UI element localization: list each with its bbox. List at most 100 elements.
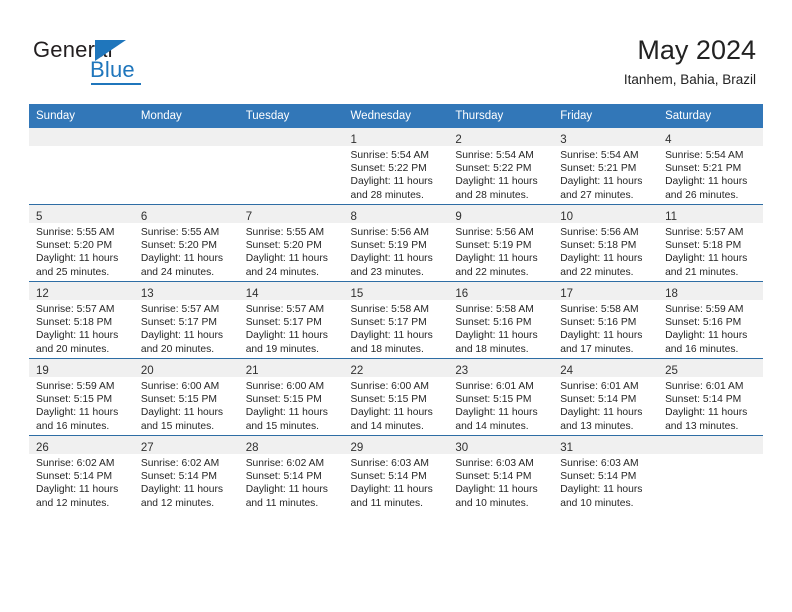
daylight-duration-line2: and 22 minutes.: [560, 266, 634, 278]
daylight-duration-line1: Daylight: 11 hours: [665, 176, 748, 188]
daylight-duration-line1: Daylight: 11 hours: [455, 484, 538, 496]
calendar-day-cell[interactable]: 18 Sunrise: 5:59 AM Sunset: 5:16 PM Dayligh…: [658, 281, 763, 359]
day-number-band: 4: [658, 128, 763, 146]
sunset-time: Sunset: 5:19 PM: [455, 240, 532, 252]
day-cell-details: Sunrise: 5:58 AM Sunset: 5:17 PM Daylight:…: [344, 300, 449, 356]
daylight-duration-line2: and 11 minutes.: [245, 497, 319, 509]
sunrise-time: Sunrise: 5:55 AM: [140, 227, 220, 238]
sunrise-time: Sunrise: 5:56 AM: [350, 227, 429, 238]
calendar-day-cell[interactable]: 15 Sunrise: 5:58 AM Sunset: 5:17 PM Dayligh…: [343, 281, 449, 359]
day-cell-details: Sunrise: 5:57 AM Sunset: 5:18 PM Daylight:…: [658, 223, 763, 279]
logo-text-blue: Blue: [90, 57, 135, 82]
calendar-day-cell[interactable]: 31 Sunrise: 6:03 AM Sunset: 5:14 PM Dayligh…: [553, 435, 659, 512]
calendar-day-cell[interactable]: 27 Sunrise: 6:02 AM Sunset: 5:14 PM Dayligh…: [133, 435, 239, 512]
sunset-time: Sunset: 5:20 PM: [140, 240, 217, 252]
sunset-time: Sunset: 5:16 PM: [455, 317, 532, 329]
day-cell-details: Sunrise: 5:56 AM Sunset: 5:19 PM Daylight:…: [448, 223, 553, 279]
day-number-band: 20: [133, 359, 239, 377]
sunrise-time: Sunrise: 6:00 AM: [245, 381, 325, 392]
calendar-day-cell[interactable]: 30 Sunrise: 6:03 AM Sunset: 5:14 PM Dayligh…: [448, 435, 554, 512]
day-cell-inner: 1 Sunrise: 5:54 AM Sunset: 5:22 PM Daylight…: [343, 128, 449, 204]
calendar-day-cell[interactable]: 10 Sunrise: 5:56 AM Sunset: 5:18 PM Dayligh…: [553, 204, 659, 282]
day-number-band: 7: [238, 205, 344, 223]
day-number: 13: [140, 288, 154, 300]
calendar-week-row: 19 Sunrise: 5:59 AM Sunset: 5:15 PM Dayligh…: [29, 358, 763, 436]
day-number-band: 2: [448, 128, 554, 146]
day-cell-inner: 29 Sunrise: 6:03 AM Sunset: 5:14 PM Dayligh…: [343, 436, 449, 512]
calendar-week-row: 12 Sunrise: 5:57 AM Sunset: 5:18 PM Dayligh…: [29, 281, 763, 359]
sunset-time: Sunset: 5:14 PM: [560, 394, 637, 406]
daylight-duration-line1: Daylight: 11 hours: [665, 330, 748, 342]
daylight-duration-line2: and 22 minutes.: [455, 266, 529, 278]
general-blue-logo[interactable]: General Blue: [33, 38, 163, 86]
day-cell-details: Sunrise: 5:54 AM Sunset: 5:21 PM Daylight:…: [553, 146, 658, 202]
calendar-day-cell[interactable]: 3 Sunrise: 5:54 AM Sunset: 5:21 PM Daylight…: [553, 128, 659, 205]
calendar-day-cell[interactable]: 9 Sunrise: 5:56 AM Sunset: 5:19 PM Daylight…: [448, 204, 554, 282]
calendar-day-cell[interactable]: 25 Sunrise: 6:01 AM Sunset: 5:14 PM Dayligh…: [658, 358, 763, 436]
sunset-time: Sunset: 5:14 PM: [665, 394, 742, 406]
daylight-duration-line1: Daylight: 11 hours: [36, 484, 119, 496]
day-cell-details: Sunrise: 6:02 AM Sunset: 5:14 PM Daylight:…: [134, 454, 239, 510]
sunrise-time: Sunrise: 5:54 AM: [665, 150, 744, 161]
day-cell-inner: 23 Sunrise: 6:01 AM Sunset: 5:15 PM Dayligh…: [448, 359, 554, 435]
day-number-band: 18: [658, 282, 763, 300]
calendar-day-cell[interactable]: 20 Sunrise: 6:00 AM Sunset: 5:15 PM Dayligh…: [133, 358, 239, 436]
daylight-duration-line2: and 15 minutes.: [245, 420, 319, 432]
calendar-day-cell[interactable]: 13 Sunrise: 5:57 AM Sunset: 5:17 PM Dayligh…: [133, 281, 239, 359]
calendar-day-cell[interactable]: 2 Sunrise: 5:54 AM Sunset: 5:22 PM Daylight…: [448, 128, 554, 205]
day-number: 26: [36, 442, 49, 454]
daylight-duration-line2: and 21 minutes.: [665, 266, 739, 278]
daylight-duration-line2: and 20 minutes.: [36, 343, 110, 355]
calendar-empty-cell: [658, 435, 763, 512]
day-cell-inner: 7 Sunrise: 5:55 AM Sunset: 5:20 PM Daylight…: [238, 205, 344, 281]
day-number: 5: [36, 211, 43, 223]
calendar-day-cell[interactable]: 5 Sunrise: 5:55 AM Sunset: 5:20 PM Daylight…: [29, 204, 134, 282]
calendar-day-cell[interactable]: 7 Sunrise: 5:55 AM Sunset: 5:20 PM Daylight…: [238, 204, 344, 282]
weekday-header-monday: Monday: [133, 104, 239, 128]
calendar-day-cell[interactable]: 6 Sunrise: 5:55 AM Sunset: 5:20 PM Daylight…: [133, 204, 239, 282]
daylight-duration-line1: Daylight: 11 hours: [455, 253, 538, 265]
weekday-header-saturday: Saturday: [658, 104, 763, 128]
calendar-day-cell[interactable]: 28 Sunrise: 6:02 AM Sunset: 5:14 PM Dayligh…: [238, 435, 344, 512]
day-number-band: 24: [553, 359, 659, 377]
calendar-day-cell[interactable]: 8 Sunrise: 5:56 AM Sunset: 5:19 PM Daylight…: [343, 204, 449, 282]
day-number-band: 14: [238, 282, 344, 300]
calendar-day-cell[interactable]: 26 Sunrise: 6:02 AM Sunset: 5:14 PM Dayligh…: [29, 435, 134, 512]
day-cell-inner: 5 Sunrise: 5:55 AM Sunset: 5:20 PM Daylight…: [29, 205, 134, 281]
daylight-duration-line1: Daylight: 11 hours: [140, 330, 224, 342]
day-cell-details: Sunrise: 5:58 AM Sunset: 5:16 PM Daylight:…: [448, 300, 553, 356]
sunset-time: Sunset: 5:17 PM: [350, 317, 427, 329]
day-number-band: 16: [448, 282, 554, 300]
calendar-day-cell[interactable]: 14 Sunrise: 5:57 AM Sunset: 5:17 PM Dayligh…: [238, 281, 344, 359]
calendar-day-cell[interactable]: 4 Sunrise: 5:54 AM Sunset: 5:21 PM Daylight…: [658, 128, 763, 205]
day-cell-inner: 15 Sunrise: 5:58 AM Sunset: 5:17 PM Dayligh…: [343, 282, 449, 358]
calendar-day-cell[interactable]: 16 Sunrise: 5:58 AM Sunset: 5:16 PM Dayligh…: [448, 281, 554, 359]
calendar-empty-cell: [133, 128, 239, 205]
day-cell-inner: 8 Sunrise: 5:56 AM Sunset: 5:19 PM Daylight…: [343, 205, 449, 281]
day-number: 16: [455, 288, 469, 300]
calendar-day-cell[interactable]: 21 Sunrise: 6:00 AM Sunset: 5:15 PM Dayligh…: [238, 358, 344, 436]
sunrise-time: Sunrise: 5:57 AM: [140, 304, 220, 315]
calendar-day-cell[interactable]: 11 Sunrise: 5:57 AM Sunset: 5:18 PM Dayligh…: [658, 204, 763, 282]
calendar-week-row: 5 Sunrise: 5:55 AM Sunset: 5:20 PM Daylight…: [29, 204, 763, 282]
calendar-day-cell[interactable]: 24 Sunrise: 6:01 AM Sunset: 5:14 PM Dayligh…: [553, 358, 659, 436]
calendar-day-cell[interactable]: 12 Sunrise: 5:57 AM Sunset: 5:18 PM Dayligh…: [29, 281, 134, 359]
day-number: 19: [36, 365, 49, 377]
sunset-time: Sunset: 5:15 PM: [36, 394, 113, 406]
title-block: May 2024 Itanhem, Bahia, Brazil: [624, 34, 756, 88]
day-number: 6: [140, 211, 148, 223]
day-cell-inner: 20 Sunrise: 6:00 AM Sunset: 5:15 PM Dayligh…: [133, 359, 239, 435]
calendar-day-cell[interactable]: 29 Sunrise: 6:03 AM Sunset: 5:14 PM Dayligh…: [343, 435, 449, 512]
day-cell-inner: [658, 436, 763, 512]
day-cell-inner: [238, 128, 344, 204]
day-cell-inner: 14 Sunrise: 5:57 AM Sunset: 5:17 PM Dayligh…: [238, 282, 344, 358]
calendar-day-cell[interactable]: 22 Sunrise: 6:00 AM Sunset: 5:15 PM Dayligh…: [343, 358, 449, 436]
calendar-day-cell[interactable]: 17 Sunrise: 5:58 AM Sunset: 5:16 PM Dayligh…: [553, 281, 659, 359]
sunrise-time: Sunrise: 6:02 AM: [245, 458, 325, 469]
calendar-day-cell[interactable]: 23 Sunrise: 6:01 AM Sunset: 5:15 PM Dayligh…: [448, 358, 554, 436]
daylight-duration-line2: and 13 minutes.: [560, 420, 634, 432]
calendar-day-cell[interactable]: 19 Sunrise: 5:59 AM Sunset: 5:15 PM Dayligh…: [29, 358, 134, 436]
day-number-band: 23: [448, 359, 554, 377]
calendar-day-cell[interactable]: 1 Sunrise: 5:54 AM Sunset: 5:22 PM Daylight…: [343, 128, 449, 205]
sunset-time: Sunset: 5:16 PM: [560, 317, 637, 329]
